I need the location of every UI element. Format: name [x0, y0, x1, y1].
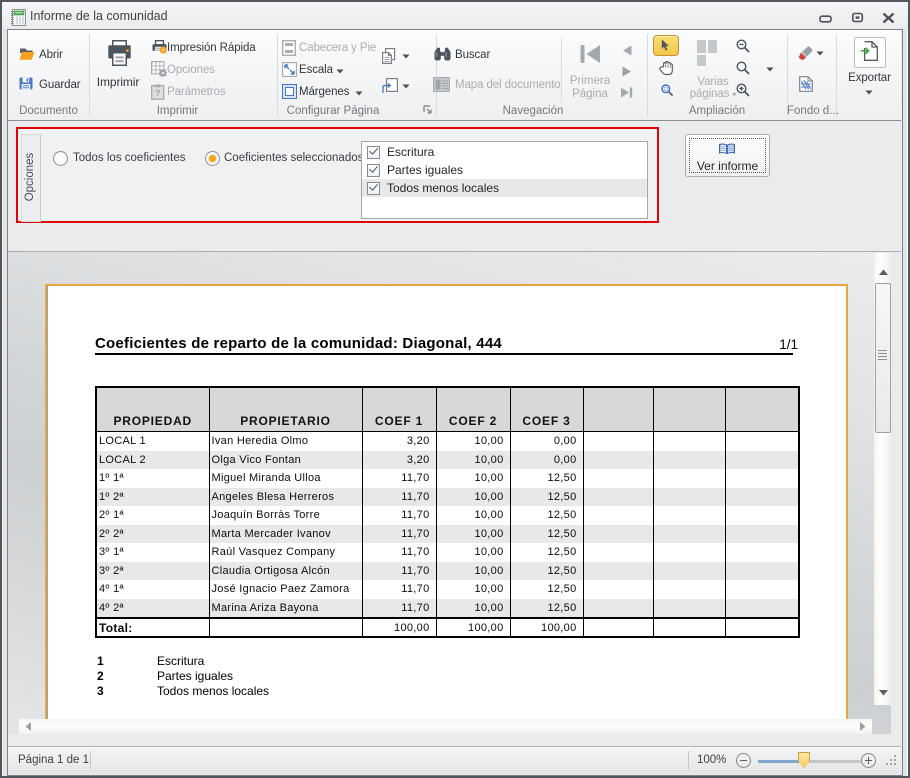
svg-text:?: ?	[155, 88, 161, 98]
